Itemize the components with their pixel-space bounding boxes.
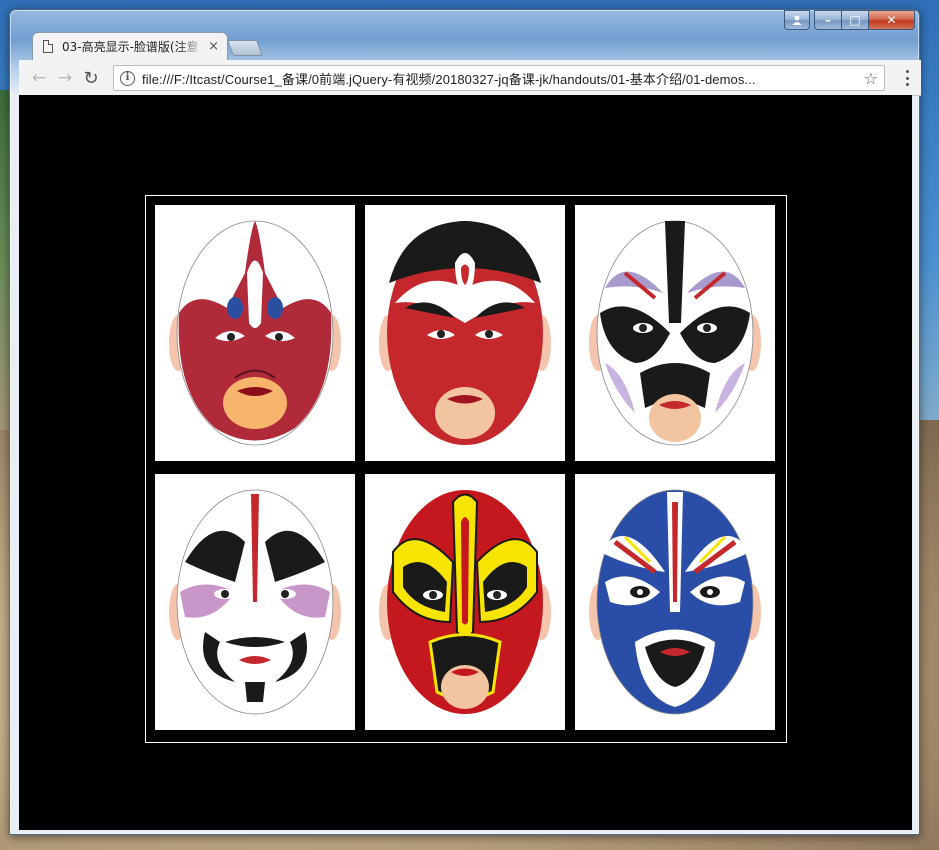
document-icon xyxy=(43,40,53,53)
mask-item[interactable] xyxy=(155,205,355,461)
opera-mask-white-pink xyxy=(169,489,341,715)
bookmark-star-icon[interactable]: ☆ xyxy=(864,69,878,88)
mask-gallery xyxy=(145,195,787,743)
mask-item[interactable] xyxy=(575,474,775,730)
mask-item[interactable] xyxy=(365,474,565,730)
maximize-button[interactable]: □ xyxy=(842,10,869,30)
browser-tab[interactable]: 03-高亮显示-脸谱版(注意 × xyxy=(32,32,228,60)
mask-item[interactable] xyxy=(155,474,355,730)
mask-item[interactable] xyxy=(575,205,775,461)
tab-close-icon[interactable]: × xyxy=(208,39,219,54)
menu-icon[interactable] xyxy=(905,70,909,86)
opera-mask-red-black xyxy=(379,221,551,445)
tab-title: 03-高亮显示-脸谱版(注意 xyxy=(62,40,199,54)
minimize-button[interactable]: – xyxy=(814,10,842,30)
close-window-button[interactable]: ✕ xyxy=(869,10,915,30)
reload-icon[interactable]: ↻ xyxy=(81,68,101,89)
opera-mask-red-yellow xyxy=(379,490,551,714)
new-tab-button[interactable] xyxy=(227,40,263,56)
forward-arrow-icon[interactable]: → xyxy=(55,68,75,88)
back-arrow-icon[interactable]: ← xyxy=(29,68,49,88)
mask-item[interactable] xyxy=(365,205,565,461)
browser-toolbar: ← → ↻ i file:///F:/Itcast/Course1_备课/0前端… xyxy=(19,60,921,96)
address-bar[interactable]: i file:///F:/Itcast/Course1_备课/0前端.jQuer… xyxy=(113,65,885,91)
info-icon[interactable]: i xyxy=(120,70,135,86)
opera-mask-blue-red xyxy=(589,489,761,715)
page-viewport xyxy=(19,95,912,830)
url-text[interactable]: file:///F:/Itcast/Course1_备课/0前端.jQuery-… xyxy=(142,69,858,88)
user-icon[interactable] xyxy=(784,10,810,30)
window-controls: – □ ✕ xyxy=(784,10,915,30)
opera-mask-white-black xyxy=(589,220,761,446)
opera-mask-red-white xyxy=(169,220,341,446)
